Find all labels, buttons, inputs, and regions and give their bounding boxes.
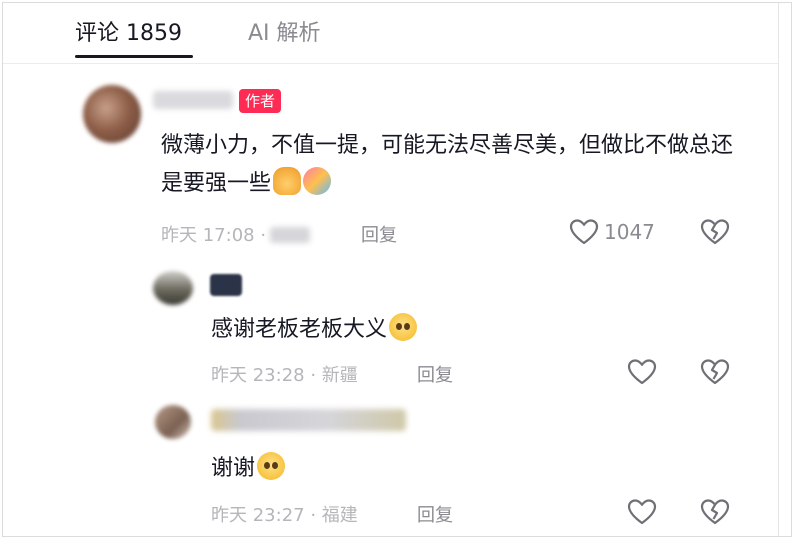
like-heart-icon[interactable] — [627, 358, 657, 386]
comment-time: 昨天 17:08 · — [161, 225, 267, 246]
dislike-broken-heart-icon[interactable] — [700, 218, 730, 246]
comment-text: 谢谢 — [211, 450, 286, 488]
tab-comments[interactable]: 评论 1859 — [75, 15, 182, 47]
tabs-divider — [3, 63, 778, 64]
comment-time: 昨天 23:27 · 福建 — [211, 505, 358, 526]
hug-icon — [303, 167, 332, 195]
comment-text: 微薄小力，不值一提，可能无法尽善尽美，但做比不做总还是要强一些 — [161, 133, 734, 196]
dislike-broken-heart-icon[interactable] — [700, 498, 730, 526]
tab-ai-analysis[interactable]: AI 解析 — [248, 15, 321, 47]
username-blurred[interactable] — [210, 274, 242, 296]
comment-panel: 评论 1859 AI 解析 作者 微薄小力，不值一提，可能无法尽善尽美，但做比不… — [2, 2, 792, 537]
like-count: 1047 — [604, 220, 655, 244]
author-badge: 作者 — [239, 89, 282, 113]
like-heart-icon[interactable] — [627, 498, 657, 526]
reply-button[interactable]: 回复 — [361, 221, 397, 247]
avatar[interactable] — [155, 405, 191, 439]
comment-text: 感谢老板老板大义 — [211, 311, 418, 349]
username-blurred[interactable] — [153, 91, 233, 109]
reply-button[interactable]: 回复 — [417, 361, 453, 387]
moved-face-icon — [257, 452, 286, 480]
avatar[interactable] — [83, 85, 141, 143]
panel-right-border — [778, 3, 779, 536]
moved-face-icon — [389, 313, 418, 341]
location-blurred — [270, 227, 311, 243]
avatar[interactable] — [153, 271, 193, 305]
reply-button[interactable]: 回复 — [417, 501, 453, 527]
dislike-broken-heart-icon[interactable] — [700, 358, 730, 386]
pray-icon — [273, 167, 302, 195]
username-blurred[interactable] — [211, 409, 406, 431]
like-heart-icon[interactable] — [569, 218, 599, 246]
active-tab-indicator — [75, 55, 193, 58]
comment-meta: 昨天 17:08 · — [161, 221, 311, 247]
comment-time: 昨天 23:28 · 新疆 — [211, 365, 358, 386]
